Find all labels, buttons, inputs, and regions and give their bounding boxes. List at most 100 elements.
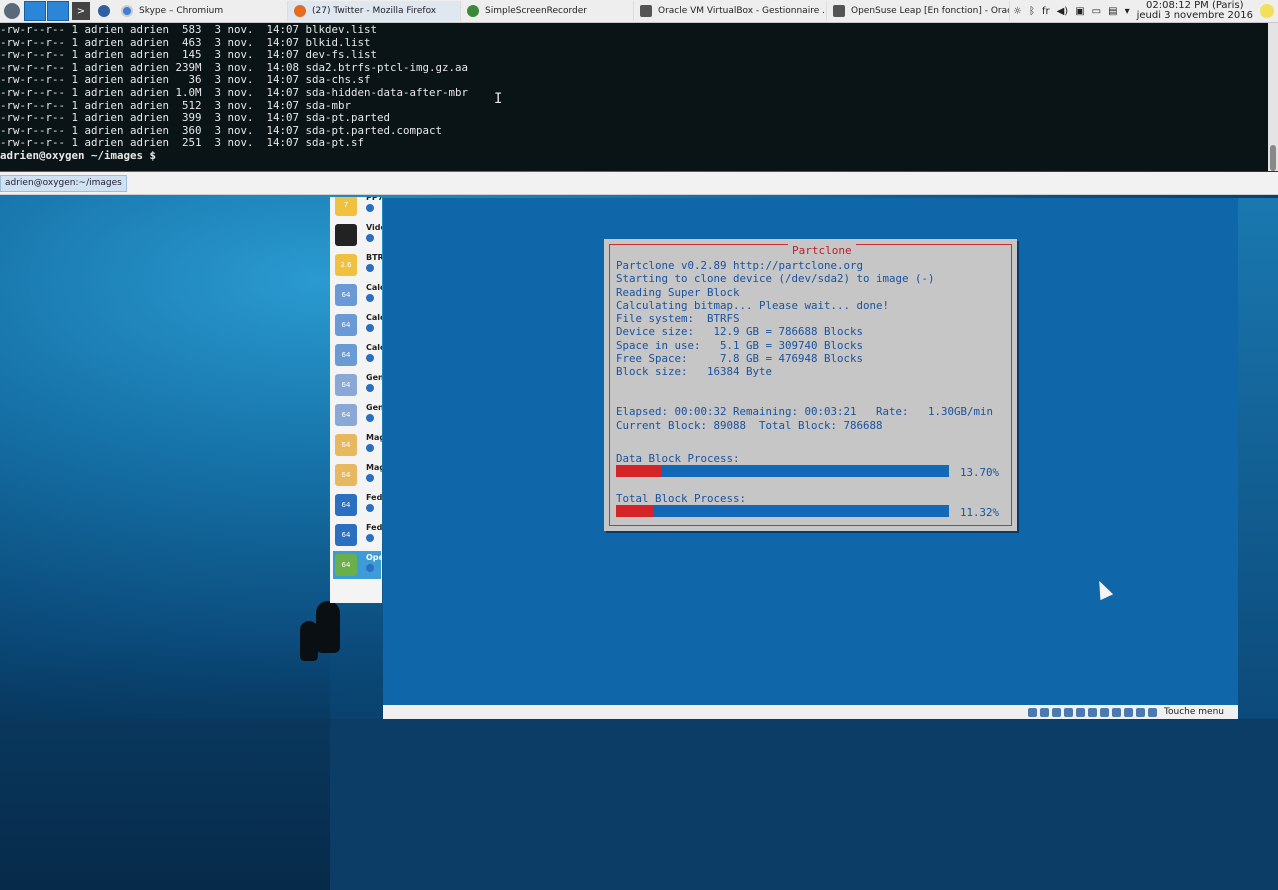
task-recorder[interactable]: SimpleScreenRecorder <box>461 1 634 21</box>
app-menu-icon <box>4 3 20 19</box>
vm-state-icon <box>366 564 374 572</box>
hdd-icon[interactable] <box>1028 707 1038 717</box>
display-icon[interactable] <box>1100 707 1110 717</box>
penguin-silhouette <box>300 621 318 661</box>
mouse-integration-icon[interactable] <box>1136 707 1146 717</box>
tray-expand-icon[interactable]: ▾ <box>1125 6 1130 17</box>
vm-os-icon: 64 <box>335 524 357 546</box>
data-block-progress-fill <box>616 465 662 477</box>
terminal-window[interactable]: -rw-r--r-- 1 adrien adrien 583 3 nov. 14… <box>0 23 1268 171</box>
menu-launcher[interactable] <box>1 1 23 21</box>
task-chromium[interactable]: Skype – Chromium <box>115 1 288 21</box>
vm-status-bar: Touche menu <box>383 705 1238 719</box>
network-icon[interactable]: ▣ <box>1075 6 1084 17</box>
vm-state-icon <box>366 264 374 272</box>
vm-os-icon: 64 <box>335 554 357 576</box>
partclone-info: Partclone v0.2.89 http://partclone.org S… <box>616 259 994 432</box>
video-capture-icon[interactable] <box>1112 707 1122 717</box>
battery-icon[interactable]: ▭ <box>1092 6 1101 17</box>
bulb-icon[interactable]: ☼ <box>1013 6 1022 17</box>
vm-state-icon <box>366 234 374 242</box>
vm-os-icon: 64 <box>335 284 357 306</box>
vm-name: Fed <box>366 493 382 502</box>
workspace-switcher[interactable] <box>24 1 46 21</box>
partclone-border: Partclone Partclone v0.2.89 http://partc… <box>609 244 1012 526</box>
vm-list-item[interactable]: 64 Calc <box>333 311 382 339</box>
vm-os-icon: 64 <box>335 374 357 396</box>
task-vm-opensuse[interactable]: OpenSuse Leap [En fonction] - Orac... <box>827 1 1010 21</box>
terminal-launcher[interactable]: > <box>70 1 92 21</box>
workspace-icon <box>24 1 46 21</box>
task-label: OpenSuse Leap [En fonction] - Orac... <box>851 6 1010 16</box>
vm-name: Vide <box>366 223 382 232</box>
terminal-prompt: adrien@oxygen ~/images $ <box>0 148 157 162</box>
vm-state-icon <box>366 324 374 332</box>
vm-list-item[interactable]: 7 PP7 <box>333 197 382 219</box>
top-panel: > Skype – Chromium (27) Twitter - Mozill… <box>0 0 1278 23</box>
vm-list-item[interactable]: 64 Gen <box>333 401 382 429</box>
vm-state-icon <box>366 354 374 362</box>
optical-drive-icon[interactable] <box>1040 707 1050 717</box>
desktop-right-edge <box>1238 198 1278 719</box>
vm-list-item[interactable]: 64 Fed <box>333 521 382 549</box>
terminal-icon: > <box>72 2 90 20</box>
show-desktop-button[interactable] <box>47 1 69 21</box>
vm-list-item[interactable]: 64 Calc <box>333 341 382 369</box>
audio-icon[interactable] <box>1052 707 1062 717</box>
notification-icon[interactable]: ▤ <box>1108 6 1117 17</box>
vm-state-icon <box>366 504 374 512</box>
shared-folder-icon[interactable] <box>1088 707 1098 717</box>
terminal-line: -rw-r--r-- 1 adrien adrien 145 3 nov. 14… <box>0 48 378 62</box>
vm-state-icon <box>366 444 374 452</box>
bluetooth-icon[interactable]: ᛒ <box>1029 6 1035 17</box>
vm-state-icon <box>366 204 374 212</box>
vm-list-item[interactable]: Vide <box>333 221 382 249</box>
task-label: SimpleScreenRecorder <box>485 6 588 16</box>
desktop-ice <box>0 641 330 890</box>
terminal-scrollbar[interactable] <box>1268 23 1278 171</box>
partclone-dialog: Partclone Partclone v0.2.89 http://partc… <box>604 239 1017 531</box>
vm-list-item[interactable]: 64 Mag <box>333 461 382 489</box>
task-label: (27) Twitter - Mozilla Firefox <box>312 6 437 16</box>
task-virtualbox-manager[interactable]: Oracle VM VirtualBox - Gestionnaire ... <box>634 1 827 21</box>
task-firefox[interactable]: (27) Twitter - Mozilla Firefox <box>288 1 461 21</box>
usb-icon[interactable] <box>1076 707 1086 717</box>
vm-name: Calc <box>366 283 382 292</box>
system-tray: ☼ ᛒ fr ◀) ▣ ▭ ▤ ▾ 02:08:12 PM (Paris) je… <box>1013 0 1278 22</box>
vm-name: Gen <box>366 373 382 382</box>
terminal-output: -rw-r--r-- 1 adrien adrien 583 3 nov. 14… <box>0 23 1268 163</box>
vm-list-item[interactable]: 64 Gen <box>333 371 382 399</box>
host-key-icon[interactable] <box>1148 707 1158 717</box>
network-adapter-icon[interactable] <box>1064 707 1074 717</box>
virtualbox-icon <box>833 5 845 17</box>
vm-list-item[interactable]: 64 Mag <box>333 431 382 459</box>
terminal-window-label[interactable]: adrien@oxygen:~/images <box>0 175 127 192</box>
terminal-line: -rw-r--r-- 1 adrien adrien 1.0M 3 nov. 1… <box>0 85 469 99</box>
desktop-icon <box>47 1 69 21</box>
partclone-title: Partclone <box>788 244 856 257</box>
vm-list-item[interactable]: 2.6 BTR <box>333 251 382 279</box>
vm-os-icon: 64 <box>335 434 357 456</box>
firefox-icon <box>294 5 306 17</box>
keyboard-layout[interactable]: fr <box>1042 6 1050 17</box>
clock[interactable]: 02:08:12 PM (Paris) jeudi 3 novembre 201… <box>1137 1 1253 21</box>
vm-display[interactable]: Partclone Partclone v0.2.89 http://partc… <box>383 198 1238 705</box>
vm-list-item[interactable]: 64 Ope <box>333 551 382 579</box>
virtualbox-icon <box>640 5 652 17</box>
recorder-icon <box>467 5 479 17</box>
virtualization-icon[interactable] <box>1124 707 1134 717</box>
chat-icon[interactable] <box>1260 4 1274 18</box>
vm-os-icon <box>335 224 357 246</box>
volume-icon[interactable]: ◀) <box>1057 6 1069 17</box>
vm-os-icon: 64 <box>335 404 357 426</box>
vm-list-item[interactable]: 64 Calc <box>333 281 382 309</box>
vm-os-icon: 2.6 <box>335 254 357 276</box>
vm-list-item[interactable]: 64 Fed <box>333 491 382 519</box>
vm-name: Ope <box>366 553 382 562</box>
vm-name: Gen <box>366 403 382 412</box>
task-label: Oracle VM VirtualBox - Gestionnaire ... <box>658 6 827 16</box>
vm-name: Calc <box>366 313 382 322</box>
vm-os-icon: 64 <box>335 344 357 366</box>
skype-launcher[interactable] <box>93 1 115 21</box>
terminal-scrollbar-thumb[interactable] <box>1270 145 1276 171</box>
